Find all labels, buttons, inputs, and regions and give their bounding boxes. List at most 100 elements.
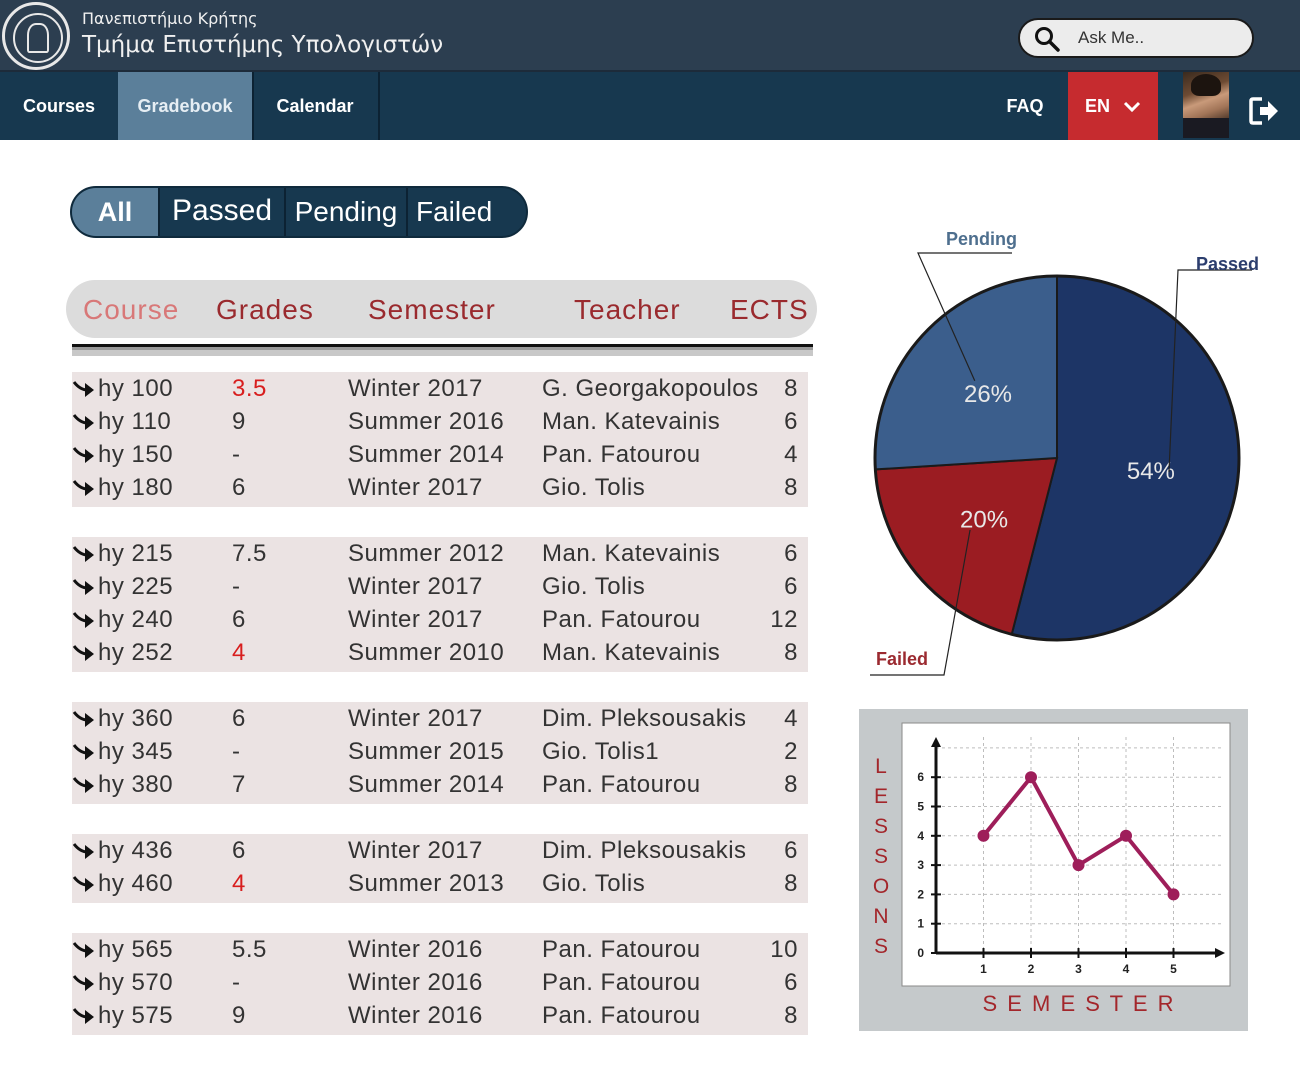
course-code[interactable]: hy 570 bbox=[98, 969, 173, 997]
row-arrow-icon[interactable] bbox=[72, 411, 96, 433]
course-teacher[interactable]: Dim. Pleksousakis bbox=[542, 837, 747, 865]
row-arrow-icon[interactable] bbox=[72, 1005, 96, 1027]
course-semester: Winter 2017 bbox=[348, 375, 483, 402]
search-input[interactable]: Ask Me.. bbox=[1078, 28, 1144, 48]
row-arrow-icon[interactable] bbox=[72, 840, 96, 862]
course-teacher[interactable]: Gio. Tolis1 bbox=[542, 738, 659, 766]
university-logo[interactable] bbox=[2, 2, 70, 70]
course-code[interactable]: hy 575 bbox=[98, 1002, 173, 1030]
course-teacher[interactable]: G. Georgakopoulos bbox=[542, 375, 759, 403]
nav-faq[interactable]: FAQ bbox=[990, 72, 1060, 140]
course-code[interactable]: hy 460 bbox=[98, 870, 173, 898]
row-arrow-icon[interactable] bbox=[72, 576, 96, 598]
table-row[interactable]: hy 575 9 Winter 2016 Pan. Fatourou 8 bbox=[72, 999, 808, 1032]
table-row[interactable]: hy 460 4 Summer 2013 Gio. Tolis 8 bbox=[72, 867, 808, 900]
table-row[interactable]: hy 225 - Winter 2017 Gio. Tolis 6 bbox=[72, 570, 808, 603]
table-row[interactable]: hy 252 4 Summer 2010 Man. Katevainis 8 bbox=[72, 636, 808, 669]
course-grade: - bbox=[232, 573, 241, 600]
header-semester[interactable]: Semester bbox=[368, 294, 496, 326]
row-arrow-icon[interactable] bbox=[72, 939, 96, 961]
course-teacher[interactable]: Gio. Tolis bbox=[542, 474, 645, 502]
course-teacher[interactable]: Pan. Fatourou bbox=[542, 441, 701, 469]
course-teacher[interactable]: Pan. Fatourou bbox=[542, 969, 701, 997]
table-row[interactable]: hy 565 5.5 Winter 2016 Pan. Fatourou 10 bbox=[72, 933, 808, 966]
table-row[interactable]: hy 240 6 Winter 2017 Pan. Fatourou 12 bbox=[72, 603, 808, 636]
course-teacher[interactable]: Pan. Fatourou bbox=[542, 771, 701, 799]
row-arrow-icon[interactable] bbox=[72, 741, 96, 763]
course-code[interactable]: hy 240 bbox=[98, 606, 173, 634]
course-grade: 3.5 bbox=[232, 375, 267, 402]
course-grade: 6 bbox=[232, 474, 246, 501]
course-teacher[interactable]: Man. Katevainis bbox=[542, 639, 720, 667]
language-selector[interactable]: EN bbox=[1068, 72, 1158, 140]
data-point bbox=[1120, 829, 1132, 842]
filter-pending-button[interactable]: Pending bbox=[284, 188, 406, 236]
row-arrow-icon[interactable] bbox=[72, 774, 96, 796]
user-avatar[interactable] bbox=[1183, 72, 1229, 138]
table-row[interactable]: hy 150 - Summer 2014 Pan. Fatourou 4 bbox=[72, 438, 808, 471]
course-code[interactable]: hy 565 bbox=[98, 936, 173, 964]
table-row[interactable]: hy 436 6 Winter 2017 Dim. Pleksousakis 6 bbox=[72, 834, 808, 867]
course-teacher[interactable]: Pan. Fatourou bbox=[542, 1002, 701, 1030]
course-teacher[interactable]: Gio. Tolis bbox=[542, 573, 645, 601]
row-arrow-icon[interactable] bbox=[72, 609, 96, 631]
nav-gradebook[interactable]: Gradebook bbox=[118, 72, 252, 140]
search-icon[interactable] bbox=[1034, 26, 1060, 52]
course-code[interactable]: hy 225 bbox=[98, 573, 173, 601]
course-semester: Summer 2014 bbox=[348, 771, 505, 798]
table-row[interactable]: hy 100 3.5 Winter 2017 G. Georgakopoulos 8 bbox=[72, 372, 808, 405]
course-code[interactable]: hy 110 bbox=[98, 408, 171, 436]
course-teacher[interactable]: Pan. Fatourou bbox=[542, 936, 701, 964]
row-arrow-icon[interactable] bbox=[72, 444, 96, 466]
course-semester: Winter 2016 bbox=[348, 1002, 483, 1029]
logout-icon[interactable] bbox=[1248, 96, 1280, 126]
header-grades[interactable]: Grades bbox=[216, 294, 314, 326]
search-box[interactable]: Ask Me.. bbox=[1018, 18, 1254, 58]
table-row[interactable]: hy 380 7 Summer 2014 Pan. Fatourou 8 bbox=[72, 768, 808, 801]
nav-calendar[interactable]: Calendar bbox=[252, 72, 378, 140]
nav-courses[interactable]: Courses bbox=[0, 72, 118, 140]
course-code[interactable]: hy 150 bbox=[98, 441, 173, 469]
table-row[interactable]: hy 360 6 Winter 2017 Dim. Pleksousakis 4 bbox=[72, 702, 808, 735]
course-code[interactable]: hy 100 bbox=[98, 375, 173, 403]
course-teacher[interactable]: Man. Katevainis bbox=[542, 408, 720, 436]
course-code[interactable]: hy 436 bbox=[98, 837, 173, 865]
course-semester: Winter 2017 bbox=[348, 573, 483, 600]
header-course[interactable]: Course bbox=[83, 294, 179, 326]
row-arrow-icon[interactable] bbox=[72, 972, 96, 994]
course-code[interactable]: hy 360 bbox=[98, 705, 173, 733]
course-ects: 8 bbox=[784, 639, 798, 666]
table-row[interactable]: hy 570 - Winter 2016 Pan. Fatourou 6 bbox=[72, 966, 808, 999]
row-arrow-icon[interactable] bbox=[72, 642, 96, 664]
row-arrow-icon[interactable] bbox=[72, 708, 96, 730]
course-teacher[interactable]: Man. Katevainis bbox=[542, 540, 720, 568]
y-tick-label: 5 bbox=[917, 800, 924, 814]
header-ects[interactable]: ECTS bbox=[730, 294, 809, 326]
course-code[interactable]: hy 252 bbox=[98, 639, 173, 667]
course-teacher[interactable]: Dim. Pleksousakis bbox=[542, 705, 747, 733]
row-arrow-icon[interactable] bbox=[72, 378, 96, 400]
course-teacher[interactable]: Gio. Tolis bbox=[542, 870, 645, 898]
table-row[interactable]: hy 180 6 Winter 2017 Gio. Tolis 8 bbox=[72, 471, 808, 504]
table-row[interactable]: hy 345 - Summer 2015 Gio. Tolis1 2 bbox=[72, 735, 808, 768]
row-arrow-icon[interactable] bbox=[72, 543, 96, 565]
table-row[interactable]: hy 215 7.5 Summer 2012 Man. Katevainis 6 bbox=[72, 537, 808, 570]
row-arrow-icon[interactable] bbox=[72, 873, 96, 895]
course-code[interactable]: hy 180 bbox=[98, 474, 173, 502]
course-ects: 6 bbox=[784, 837, 798, 864]
course-code[interactable]: hy 345 bbox=[98, 738, 173, 766]
course-semester: Summer 2013 bbox=[348, 870, 505, 897]
course-grade: 6 bbox=[232, 705, 246, 732]
row-arrow-icon[interactable] bbox=[72, 477, 96, 499]
course-teacher[interactable]: Pan. Fatourou bbox=[542, 606, 701, 634]
table-row[interactable]: hy 110 9 Summer 2016 Man. Katevainis 6 bbox=[72, 405, 808, 438]
filter-all-button[interactable]: All bbox=[72, 188, 158, 236]
data-point bbox=[977, 829, 990, 842]
filter-failed-button[interactable]: Failed bbox=[406, 188, 526, 236]
course-code[interactable]: hy 215 bbox=[98, 540, 173, 568]
header-teacher[interactable]: Teacher bbox=[574, 294, 681, 326]
course-code[interactable]: hy 380 bbox=[98, 771, 173, 799]
status-pie-chart: 54% 20% 26% Passed Pending Failed bbox=[870, 229, 1259, 676]
filter-passed-button[interactable]: Passed bbox=[158, 188, 284, 236]
course-ects: 6 bbox=[784, 408, 798, 435]
